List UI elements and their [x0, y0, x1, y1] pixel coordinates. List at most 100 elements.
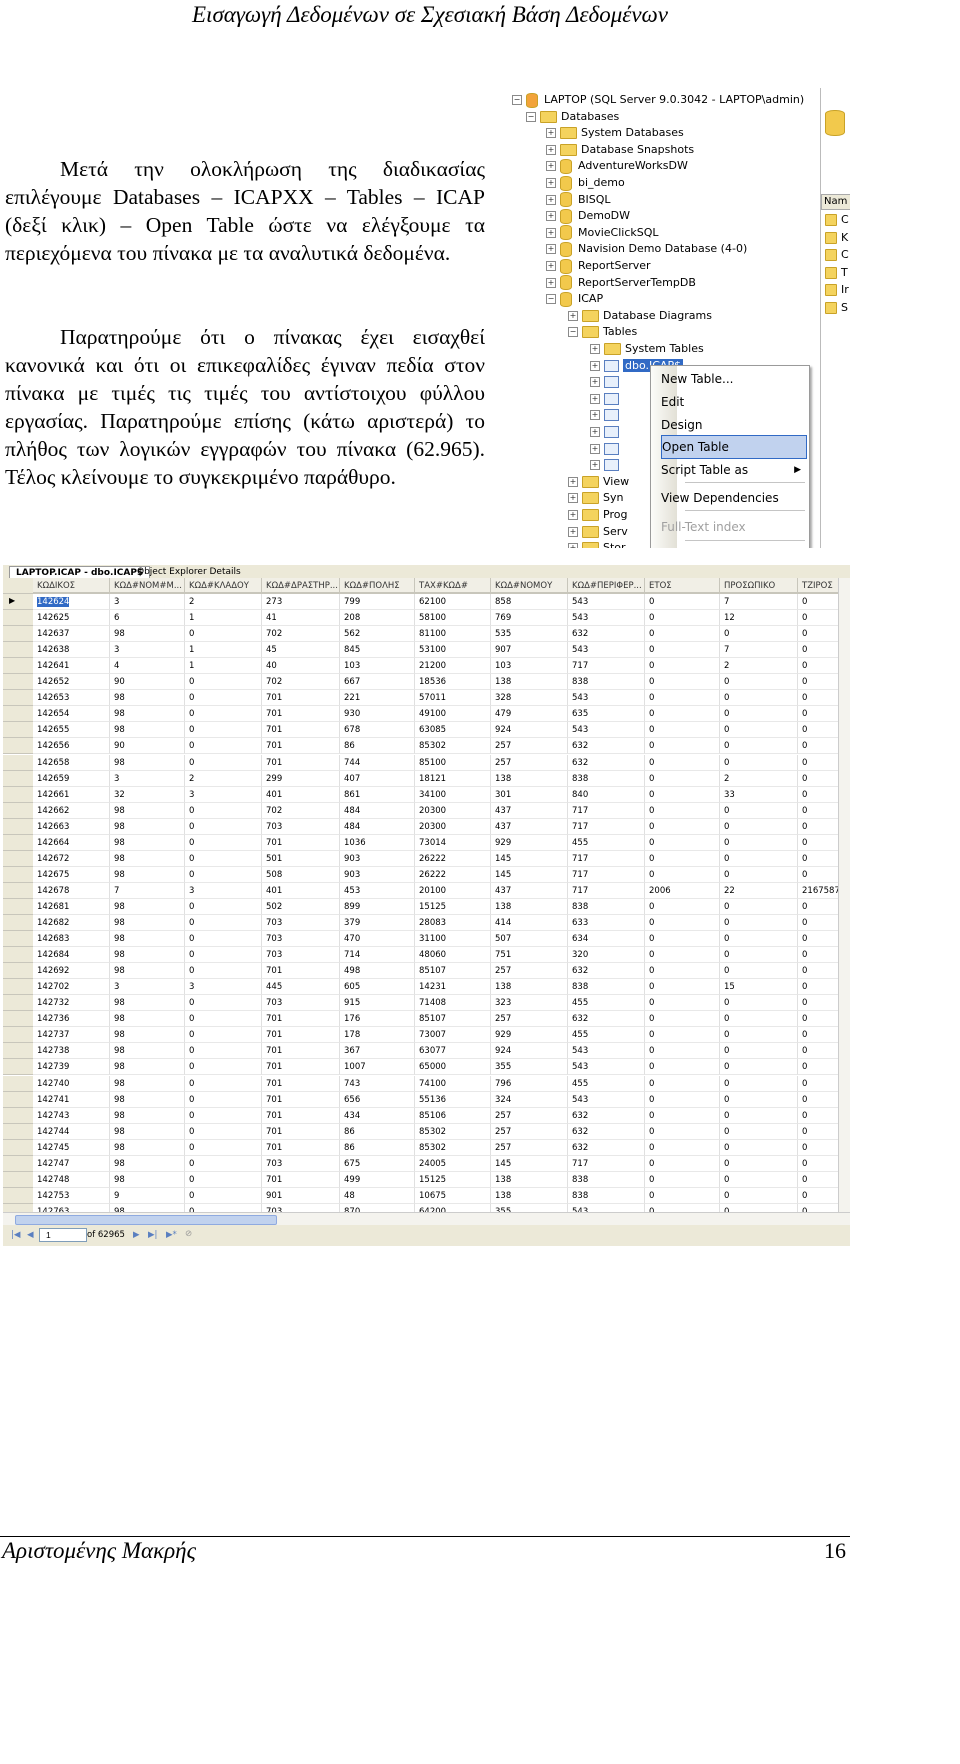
table-cell[interactable]: 0: [645, 690, 720, 707]
table-cell[interactable]: 0: [798, 610, 838, 627]
table-cell[interactable]: 0: [185, 674, 262, 691]
row-selector[interactable]: [3, 1171, 33, 1188]
table-cell[interactable]: 632: [568, 963, 645, 980]
expand-icon[interactable]: +: [546, 277, 556, 288]
table-row[interactable]: 142741 98 0 701 656 55136 324 543 0 0 0: [3, 1091, 838, 1108]
table-cell[interactable]: 0: [185, 690, 262, 707]
table-cell[interactable]: 0: [185, 1203, 262, 1212]
table-cell[interactable]: 3: [110, 979, 185, 996]
expand-icon[interactable]: +: [590, 427, 600, 437]
table-cell[interactable]: 98: [110, 866, 185, 883]
table-row[interactable]: 142702 3 3 445 605 14231 138 838 0 15 0: [3, 979, 838, 996]
table-cell[interactable]: 98: [110, 706, 185, 723]
table-cell[interactable]: 145: [491, 1155, 568, 1172]
table-cell[interactable]: 445: [262, 979, 340, 996]
row-selector[interactable]: [3, 626, 33, 643]
table-cell[interactable]: 678: [340, 722, 415, 739]
table-cell[interactable]: 702: [262, 674, 340, 691]
tree-node[interactable]: + ReportServerTempDB: [546, 275, 696, 291]
table-row[interactable]: 142692 98 0 701 498 85107 257 632 0 0 0: [3, 963, 838, 980]
table-cell[interactable]: 0: [645, 1203, 720, 1212]
table-cell[interactable]: 98: [110, 1123, 185, 1140]
table-row[interactable]: 142658 98 0 701 744 85100 257 632 0 0 0: [3, 754, 838, 771]
table-cell[interactable]: 98: [110, 1075, 185, 1092]
previous-record-icon[interactable]: ◀: [27, 1230, 34, 1240]
table-cell[interactable]: 0: [720, 1091, 798, 1108]
table-cell[interactable]: 0: [720, 850, 798, 867]
expand-icon[interactable]: +: [546, 244, 556, 255]
tree-node[interactable]: + Prog: [568, 507, 627, 523]
table-cell[interactable]: 840: [568, 786, 645, 803]
table-cell[interactable]: 717: [568, 850, 645, 867]
table-cell[interactable]: 0: [720, 931, 798, 948]
table-cell[interactable]: 401: [262, 786, 340, 803]
table-cell[interactable]: 0: [798, 1203, 838, 1212]
table-row[interactable]: 142737 98 0 701 178 73007 929 455 0 0 0: [3, 1027, 838, 1044]
column-header[interactable]: ΚΩΔ#ΠΕΡΙΦΕΡ...: [568, 578, 645, 594]
row-selector[interactable]: [3, 931, 33, 948]
table-cell[interactable]: 714: [340, 947, 415, 964]
table-cell[interactable]: 434: [340, 1107, 415, 1124]
table-cell[interactable]: 98: [110, 1171, 185, 1188]
row-selector[interactable]: [3, 1059, 33, 1076]
table-cell[interactable]: 142664: [33, 834, 110, 851]
table-cell[interactable]: 142625: [33, 610, 110, 627]
table-cell[interactable]: 0: [185, 818, 262, 835]
tree-node[interactable]: + Stor: [568, 540, 626, 548]
table-cell[interactable]: 0: [720, 1043, 798, 1060]
table-cell[interactable]: 701: [262, 690, 340, 707]
table-row[interactable]: 142738 98 0 701 367 63077 924 543 0 0 0: [3, 1043, 838, 1060]
tree-node[interactable]: − LAPTOP (SQL Server 9.0.3042 - LAPTOP\ad…: [512, 92, 804, 108]
table-cell[interactable]: 98: [110, 1027, 185, 1044]
tree-node[interactable]: + BISQL: [546, 192, 611, 208]
table-cell[interactable]: 273: [262, 594, 340, 610]
collapse-icon[interactable]: −: [512, 95, 522, 105]
table-cell[interactable]: 0: [798, 979, 838, 996]
table-cell[interactable]: 0: [798, 1075, 838, 1092]
row-selector[interactable]: [3, 963, 33, 980]
table-cell[interactable]: 701: [262, 1059, 340, 1076]
table-cell[interactable]: 0: [645, 898, 720, 915]
table-cell[interactable]: 701: [262, 834, 340, 851]
table-cell[interactable]: 401: [262, 882, 340, 899]
table-cell[interactable]: 138: [491, 898, 568, 915]
table-cell[interactable]: 63077: [415, 1043, 491, 1060]
table-cell[interactable]: 85302: [415, 1123, 491, 1140]
context-menu-item[interactable]: Full-Text index: [661, 516, 807, 538]
row-selector[interactable]: [3, 1123, 33, 1140]
table-cell[interactable]: 142678: [33, 882, 110, 899]
table-cell[interactable]: 0: [645, 626, 720, 643]
table-cell[interactable]: 0: [720, 1011, 798, 1028]
table-cell[interactable]: 142738: [33, 1043, 110, 1060]
table-cell[interactable]: 0: [720, 1075, 798, 1092]
table-cell[interactable]: 0: [645, 1187, 720, 1204]
table-cell[interactable]: 0: [185, 1107, 262, 1124]
details-item[interactable]: Ir: [825, 282, 849, 298]
table-cell[interactable]: 0: [720, 898, 798, 915]
table-cell[interactable]: 63085: [415, 722, 491, 739]
table-cell[interactable]: 98: [110, 1139, 185, 1156]
table-cell[interactable]: 0: [645, 610, 720, 627]
table-cell[interactable]: 0: [798, 658, 838, 675]
table-cell[interactable]: 407: [340, 770, 415, 787]
table-cell[interactable]: 455: [568, 995, 645, 1012]
table-cell[interactable]: 838: [568, 979, 645, 996]
context-menu-item[interactable]: Edit: [661, 391, 807, 413]
table-cell[interactable]: 355: [491, 1203, 568, 1212]
table-cell[interactable]: 0: [185, 1075, 262, 1092]
tree-node[interactable]: + Database Diagrams: [568, 308, 712, 324]
table-cell[interactable]: 0: [798, 931, 838, 948]
tree-node[interactable]: + Database Snapshots: [546, 142, 694, 158]
table-cell[interactable]: 455: [568, 1027, 645, 1044]
row-selector[interactable]: [3, 1107, 33, 1124]
table-cell[interactable]: 98: [110, 802, 185, 819]
table-cell[interactable]: 0: [645, 1155, 720, 1172]
table-cell[interactable]: 656: [340, 1091, 415, 1108]
table-cell[interactable]: 34100: [415, 786, 491, 803]
table-cell[interactable]: 703: [262, 915, 340, 931]
table-cell[interactable]: 0: [185, 931, 262, 948]
table-cell[interactable]: 257: [491, 1107, 568, 1124]
table-cell[interactable]: 85302: [415, 1139, 491, 1156]
tree-node[interactable]: + System Databases: [546, 125, 684, 141]
table-row[interactable]: 142661 32 3 401 861 34100 301 840 0 33 0: [3, 786, 838, 803]
